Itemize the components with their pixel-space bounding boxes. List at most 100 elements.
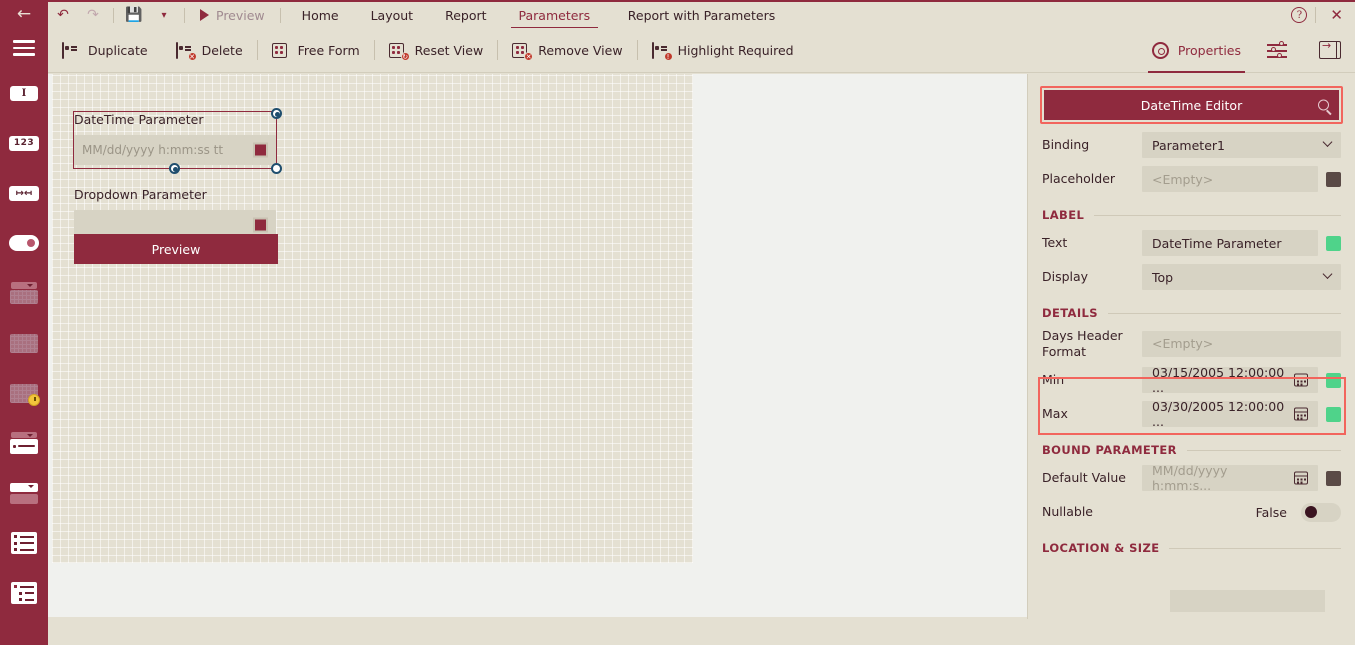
selection-handle-bottom[interactable] — [169, 163, 180, 174]
min-date-input[interactable]: 03/15/2005 12:00:00 ... — [1142, 365, 1318, 395]
rail-item-grid-parameter[interactable] — [0, 268, 48, 318]
location-size-field[interactable] — [1170, 590, 1325, 612]
calendar-icon[interactable] — [1294, 407, 1308, 421]
divider — [1169, 547, 1341, 549]
chevron-down-icon[interactable]: ▾ — [149, 2, 179, 28]
properties-panel: DateTime Editor Binding Parameter1 Place… — [1027, 74, 1355, 619]
delete-button[interactable]: ✕ Delete — [162, 28, 257, 73]
application-window: ← I 123 ↦↤ Report with Parameters ↶ ↷ 💾 … — [0, 0, 1355, 645]
labeled-field-icon — [9, 432, 39, 454]
default-value-expression-swatch[interactable] — [1326, 470, 1341, 486]
tab-home[interactable]: Home — [286, 1, 355, 29]
tab-layout[interactable]: Layout — [355, 1, 430, 29]
help-circle-icon[interactable]: ? — [1291, 7, 1308, 23]
highlight-required-button[interactable]: ! Highlight Required — [638, 28, 808, 73]
divider — [1315, 7, 1317, 23]
divider — [279, 7, 281, 23]
placeholder-expression-swatch[interactable] — [1326, 171, 1341, 187]
list-icon — [9, 532, 39, 554]
default-value-input[interactable]: MM/dd/yyyy h:mm:s... — [1142, 463, 1318, 494]
delete-icon: ✕ — [175, 41, 197, 61]
display-label: Display — [1042, 269, 1089, 285]
color-swatch-icon[interactable] — [253, 217, 268, 233]
binding-select[interactable]: Parameter1 — [1142, 132, 1341, 158]
rail-item-numeric-parameter[interactable]: 123 — [0, 118, 48, 168]
search-icon[interactable] — [1318, 99, 1329, 111]
nullable-toggle[interactable] — [1301, 502, 1341, 522]
selection-handle-corner[interactable] — [271, 163, 282, 174]
datetime-editor-header[interactable]: DateTime Editor — [1044, 90, 1339, 120]
rail-item-text-parameter[interactable]: I — [0, 68, 48, 118]
remove-view-button[interactable]: ✕ Remove View — [498, 28, 636, 73]
text-input[interactable]: DateTime Parameter — [1142, 230, 1318, 256]
settings-button[interactable] — [1255, 28, 1299, 73]
selection-outline — [73, 108, 282, 174]
rail-item-range-parameter[interactable]: ↦↤ — [0, 168, 48, 218]
editor-header-highlight: DateTime Editor — [1040, 86, 1343, 124]
design-canvas[interactable]: DateTime Parameter MM/dd/yyyy h:mm:ss tt… — [52, 74, 693, 556]
redo-icon[interactable]: ↷ — [78, 2, 108, 28]
preview-button-label: Preview — [216, 7, 265, 23]
reset-view-icon: ↻ — [388, 42, 410, 61]
grid-dropdown-icon — [9, 282, 39, 304]
max-date-input[interactable]: 03/30/2005 12:00:00 ... — [1142, 399, 1318, 429]
default-value-placeholder: MM/dd/yyyy h:mm:s... — [1152, 463, 1228, 494]
rail-item-tree-parameter[interactable] — [0, 568, 48, 618]
min-expression-swatch[interactable] — [1326, 372, 1341, 388]
property-row-max: Max 03/30/2005 12:00:00 ... — [1028, 399, 1355, 429]
rail-item-labeled-parameter[interactable] — [0, 418, 48, 468]
display-select[interactable]: Top — [1142, 264, 1341, 290]
canvas-preview-button[interactable]: Preview — [74, 234, 278, 264]
tab-parameters[interactable]: Parameters — [503, 1, 607, 29]
selection-handle-right[interactable] — [271, 108, 282, 119]
max-label: Max — [1042, 406, 1068, 422]
dropdown-parameter-label: Dropdown Parameter — [74, 187, 207, 202]
placeholder-input[interactable]: <Empty> — [1142, 166, 1318, 192]
divider — [113, 7, 114, 23]
calendar-icon[interactable] — [1294, 373, 1308, 387]
canvas-preview-label: Preview — [151, 241, 201, 257]
binding-label: Binding — [1042, 137, 1090, 153]
rail-item-combo-parameter[interactable] — [0, 468, 48, 518]
tab-report[interactable]: Report — [429, 1, 502, 29]
property-row-nullable: Nullable False — [1028, 499, 1355, 525]
property-row-placeholder: Placeholder <Empty> — [1028, 166, 1355, 192]
rail-item-list-parameter[interactable] — [0, 518, 48, 568]
display-value: Top — [1152, 269, 1174, 285]
preview-button[interactable]: Preview — [190, 2, 275, 28]
rail-item-table-parameter[interactable] — [0, 318, 48, 368]
text-expression-swatch[interactable] — [1326, 235, 1341, 251]
days-header-format-input[interactable]: <Empty> — [1142, 330, 1341, 357]
combo-box-icon — [9, 482, 39, 504]
collapse-panel-icon[interactable] — [1319, 39, 1341, 59]
duplicate-button[interactable]: Duplicate — [48, 28, 162, 73]
back-arrow-icon[interactable]: ← — [0, 0, 48, 28]
button-label: Remove View — [538, 42, 623, 58]
properties-label: Properties — [1177, 42, 1241, 58]
free-form-button[interactable]: Free Form — [258, 28, 374, 73]
rail-item-datetime-parameter[interactable] — [0, 368, 48, 418]
properties-tab-button[interactable]: Properties — [1138, 28, 1255, 73]
nullable-label: Nullable — [1042, 504, 1093, 520]
divider — [1094, 214, 1341, 216]
max-expression-swatch[interactable] — [1326, 406, 1341, 422]
undo-icon[interactable]: ↶ — [48, 2, 78, 28]
divider — [1107, 312, 1341, 314]
property-row-text: Text DateTime Parameter — [1028, 230, 1355, 256]
save-icon[interactable]: 💾 — [119, 2, 149, 28]
close-icon[interactable]: ✕ — [1324, 6, 1349, 24]
calendar-clock-icon — [9, 382, 40, 406]
section-title: LABEL — [1042, 208, 1085, 222]
toggle-switch-icon — [9, 235, 39, 251]
dropdown-parameter-widget[interactable]: Dropdown Parameter — [74, 187, 276, 240]
calendar-icon[interactable] — [1294, 471, 1308, 485]
divider — [1186, 449, 1341, 451]
reset-view-button[interactable]: ↻ Reset View — [375, 28, 498, 73]
property-row-min: Min 03/15/2005 12:00:00 ... — [1028, 365, 1355, 395]
days-header-format-label: Days Header Format — [1042, 328, 1123, 359]
section-title: DETAILS — [1042, 306, 1098, 320]
hamburger-menu-icon[interactable] — [0, 28, 48, 68]
remove-view-icon: ✕ — [512, 42, 534, 61]
text-label: Text — [1042, 235, 1068, 251]
rail-item-boolean-parameter[interactable] — [0, 218, 48, 268]
